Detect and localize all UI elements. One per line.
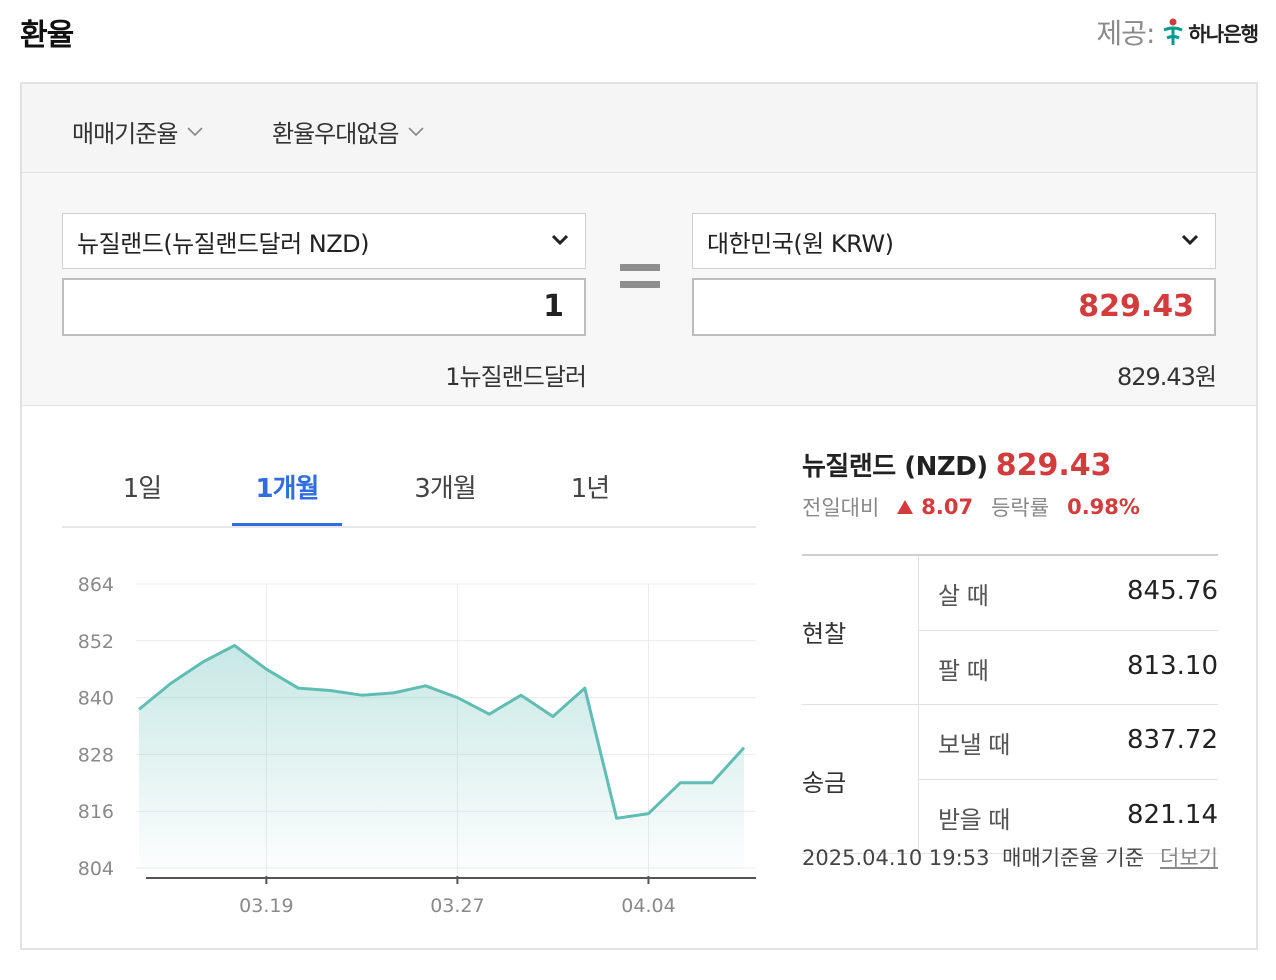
bank-name: 하나은행 [1188, 21, 1259, 46]
to-currency-select[interactable]: 대한민국(원 KRW) [692, 213, 1216, 269]
chevron-down-icon [408, 126, 425, 136]
remittance-group: 송금 보낼 때 837.72 받을 때 821.14 [802, 705, 1218, 854]
rate-chart-svg: 804 816 828 840 852 864 03.19 03.27 04.04 [78, 574, 756, 917]
row-label: 보낼 때 [938, 731, 1010, 759]
to-currency-label: 대한민국(원 KRW) [707, 229, 894, 258]
from-currency-label: 뉴질랜드(뉴질랜드달러 NZD) [77, 229, 370, 258]
table-row: 살 때 845.76 [918, 556, 1218, 630]
row-label: 받을 때 [938, 806, 1010, 834]
summary-head: 뉴질랜드 (NZD) 829.43 [802, 446, 1111, 483]
provider-info: 제공: 하나은행 [1096, 12, 1259, 52]
x-tick-label: 03.27 [430, 895, 484, 917]
rate-table: 현찰 살 때 845.76 팔 때 813.10 송금 보낼 때 837.72 [802, 554, 1218, 854]
tab-1month[interactable]: 1개월 [232, 468, 342, 505]
basis-label: 매매기준율 기준 [1002, 846, 1145, 870]
rate-type-select[interactable]: 매매기준율 [72, 114, 203, 149]
row-label: 팔 때 [938, 657, 989, 685]
row-value: 845.76 [1127, 576, 1218, 606]
up-arrow-icon [897, 500, 914, 514]
change-info: 전일대비 8.07 등락률 0.98% [802, 492, 1140, 522]
period-tabs: 1일 1개월 3개월 1년 [62, 446, 756, 528]
tab-1year[interactable]: 1년 [535, 468, 645, 505]
tab-1day[interactable]: 1일 [87, 468, 197, 505]
provider-label: 제공: [1096, 17, 1155, 50]
table-row: 보낼 때 837.72 [918, 705, 1218, 779]
currency-name: 뉴질랜드 (NZD) [802, 452, 988, 482]
row-label: 살 때 [938, 582, 989, 610]
preference-select[interactable]: 환율우대없음 [272, 114, 425, 149]
table-row: 팔 때 813.10 [918, 630, 1218, 705]
options-bar: 매매기준율 환율우대없음 [22, 84, 1256, 173]
y-tick-label: 816 [78, 801, 114, 823]
caret-down-icon [551, 234, 569, 246]
x-tick-label: 03.19 [239, 895, 293, 917]
y-tick-label: 852 [78, 631, 114, 653]
preference-label: 환율우대없음 [272, 120, 399, 148]
equals-icon [620, 264, 660, 290]
rate-type-label: 매매기준율 [72, 120, 178, 148]
y-tick-label: 840 [78, 688, 114, 710]
rate-chart: 804 816 828 840 852 864 03.19 03.27 04.04 [46, 544, 766, 924]
y-tick-label: 864 [78, 574, 114, 596]
y-tick-label: 828 [78, 744, 114, 766]
change-value: 8.07 [921, 495, 974, 519]
bank-logo[interactable]: 하나은행 [1162, 17, 1259, 47]
row-value: 813.10 [1127, 651, 1218, 681]
row-value: 821.14 [1127, 800, 1218, 830]
y-tick-label: 804 [78, 858, 114, 880]
tab-3months[interactable]: 3개월 [390, 468, 500, 505]
to-amount-input[interactable]: 829.43 [692, 278, 1216, 336]
group-label: 송금 [802, 769, 847, 797]
footer-note: 2025.04.10 19:53 매매기준율 기준 더보기 [802, 842, 1218, 872]
cash-group: 현찰 살 때 845.76 팔 때 813.10 [802, 556, 1218, 705]
exchange-panel: 매매기준율 환율우대없음 뉴질랜드(뉴질랜드달러 NZD) 1 1뉴질랜드달러 … [20, 82, 1258, 950]
page-title: 환율 [20, 18, 74, 53]
x-tick-label: 04.04 [621, 895, 675, 917]
more-link[interactable]: 더보기 [1160, 842, 1218, 872]
caret-down-icon [1181, 234, 1199, 246]
to-amount-text: 829.43원 [1116, 363, 1217, 391]
chevron-down-icon [187, 126, 203, 136]
hana-logo-icon [1163, 18, 1183, 45]
timestamp: 2025.04.10 19:53 [802, 846, 990, 870]
from-currency-select[interactable]: 뉴질랜드(뉴질랜드달러 NZD) [62, 213, 586, 269]
active-tab-indicator [232, 523, 342, 526]
pct-value: 0.98% [1067, 495, 1140, 519]
from-amount-text: 1뉴질랜드달러 [445, 363, 587, 391]
from-amount-input[interactable]: 1 [62, 278, 586, 336]
rate-area [139, 645, 744, 868]
row-value: 837.72 [1127, 725, 1218, 755]
change-label: 전일대비 [802, 496, 880, 520]
pct-label: 등락률 [991, 496, 1050, 520]
currency-converter: 뉴질랜드(뉴질랜드달러 NZD) 1 1뉴질랜드달러 대한민국(원 KRW) 8… [22, 173, 1256, 406]
current-rate: 829.43 [995, 448, 1112, 483]
group-label: 현찰 [802, 620, 847, 648]
